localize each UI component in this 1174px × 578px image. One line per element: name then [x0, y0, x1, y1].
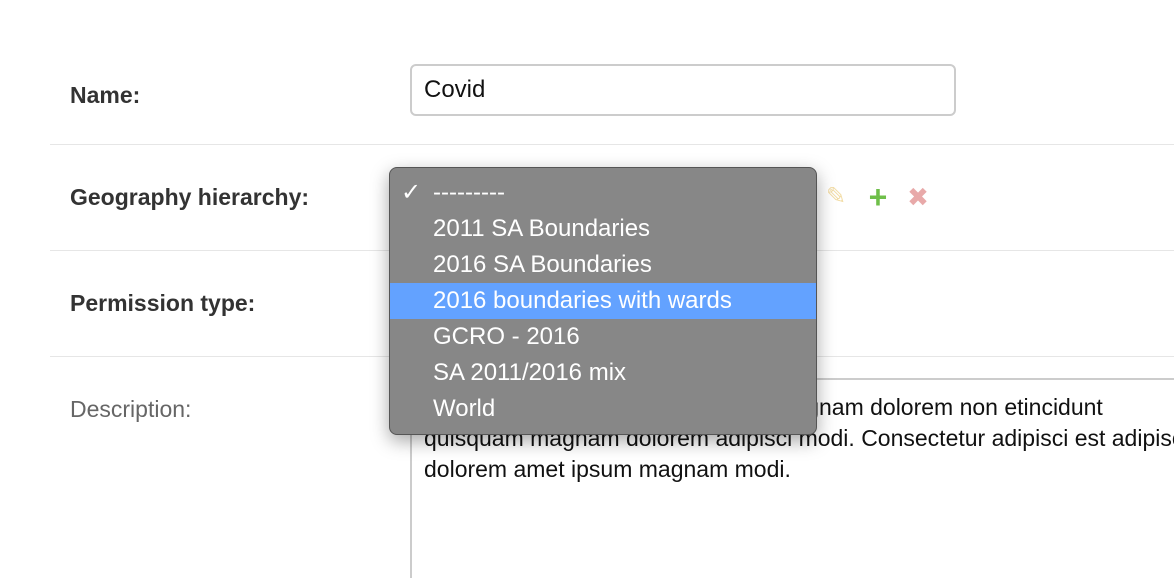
- option-label: 2011 SA Boundaries: [433, 215, 651, 242]
- plus-icon[interactable]: +: [865, 181, 891, 213]
- name-label: Name:: [70, 82, 141, 108]
- name-input[interactable]: [410, 64, 956, 116]
- dropdown-option[interactable]: 2011 SA Boundaries: [390, 211, 816, 247]
- option-label: World: [433, 395, 496, 422]
- delete-icon[interactable]: ✖: [905, 184, 931, 210]
- row-divider: [50, 144, 1174, 145]
- option-label: GCRO - 2016: [433, 323, 580, 350]
- option-label: SA 2011/2016 mix: [433, 359, 627, 386]
- permission-type-label: Permission type:: [70, 290, 256, 316]
- dropdown-option[interactable]: SA 2011/2016 mix: [390, 355, 816, 391]
- option-label: ---------: [433, 179, 505, 206]
- option-label: 2016 boundaries with wards: [433, 287, 732, 314]
- geography-hierarchy-label: Geography hierarchy:: [70, 184, 310, 210]
- pencil-icon[interactable]: ✎: [823, 184, 849, 210]
- checkmark-icon: ✓: [401, 179, 422, 206]
- dropdown-option[interactable]: World: [390, 391, 816, 427]
- dropdown-option[interactable]: GCRO - 2016: [390, 319, 816, 355]
- geography-hierarchy-dropdown[interactable]: ✓ --------- 2011 SA Boundaries 2016 SA B…: [389, 167, 817, 435]
- dropdown-option[interactable]: ✓ ---------: [390, 175, 816, 211]
- description-label: Description:: [70, 396, 192, 422]
- dropdown-option-highlighted[interactable]: 2016 boundaries with wards: [390, 283, 816, 319]
- option-label: 2016 SA Boundaries: [433, 251, 652, 278]
- dropdown-option[interactable]: 2016 SA Boundaries: [390, 247, 816, 283]
